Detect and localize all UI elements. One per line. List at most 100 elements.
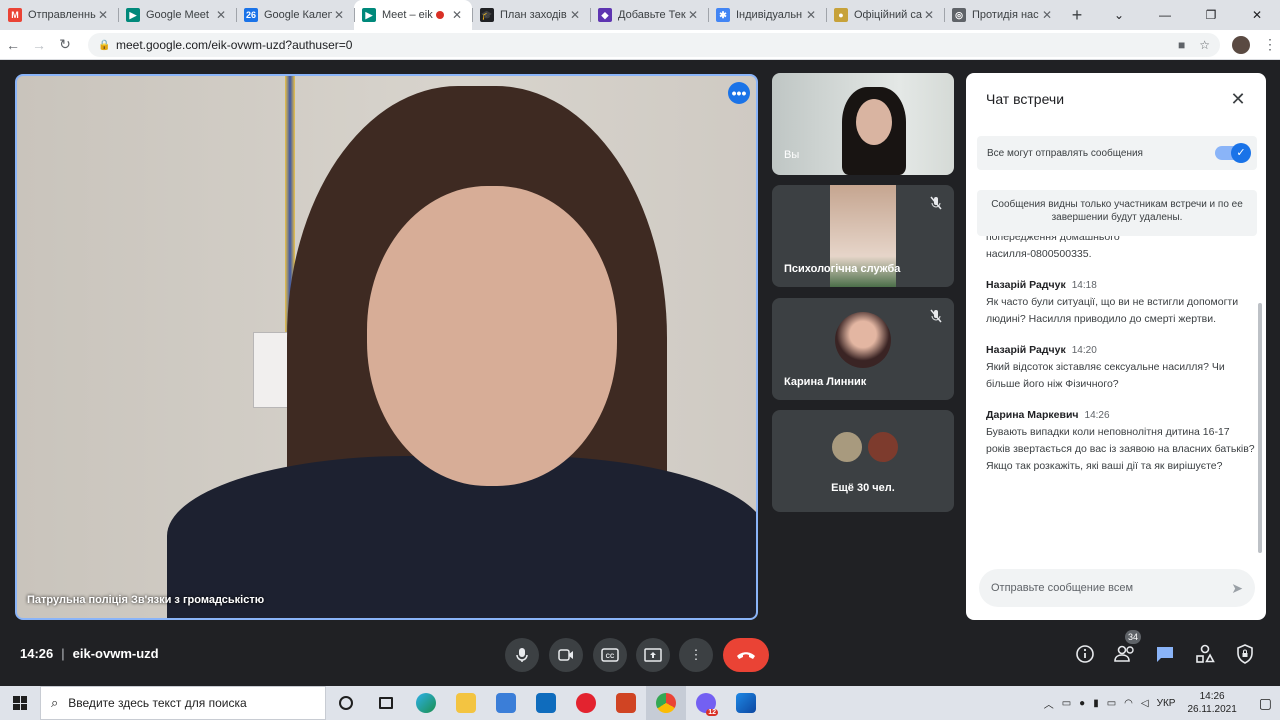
monitor-icon[interactable]: ▭ bbox=[1107, 698, 1116, 709]
back-icon[interactable]: ← bbox=[0, 37, 26, 53]
volume-icon[interactable]: ◁ bbox=[1141, 698, 1149, 709]
minimize-icon[interactable]: — bbox=[1142, 0, 1188, 30]
host-controls-icon[interactable] bbox=[1233, 642, 1257, 666]
taskbar-clock[interactable]: 14:26 26.11.2021 bbox=[1187, 690, 1236, 716]
chat-input-placeholder: Отправьте сообщение всем bbox=[991, 582, 1134, 594]
edge-icon[interactable] bbox=[406, 686, 446, 720]
mail-icon[interactable] bbox=[526, 686, 566, 720]
more-options-button[interactable]: ⋮ bbox=[679, 638, 713, 672]
close-tab-icon[interactable]: ✕ bbox=[922, 8, 936, 22]
battery-icon[interactable]: ▮ bbox=[1093, 698, 1099, 709]
browser-tab[interactable]: 26 Google Калеn ✕ bbox=[236, 0, 354, 30]
opera-icon[interactable] bbox=[566, 686, 606, 720]
partial-line-1: попередження домашнього bbox=[986, 236, 1120, 243]
viber-icon[interactable]: 12 bbox=[686, 686, 726, 720]
tab-search-icon[interactable]: ⌄ bbox=[1096, 0, 1142, 30]
tab-favicon-icon: 26 bbox=[244, 8, 258, 22]
chat-permission-toggle[interactable] bbox=[1215, 143, 1251, 163]
people-icon[interactable] bbox=[1113, 642, 1137, 666]
browser-menu-icon[interactable]: ⋮ bbox=[1260, 36, 1280, 53]
network-icon[interactable]: ▭ bbox=[1062, 698, 1071, 709]
close-tab-icon[interactable]: ✕ bbox=[332, 8, 346, 22]
browser-tab[interactable]: M Отправленны ✕ bbox=[0, 0, 118, 30]
speaking-indicator-icon: ••• bbox=[728, 82, 750, 104]
meeting-details-icon[interactable] bbox=[1073, 642, 1097, 666]
browser-tab[interactable]: ▶ Meet – eik ✕ bbox=[354, 0, 472, 30]
camera-icon bbox=[558, 649, 573, 661]
tile-self[interactable]: Вы bbox=[772, 73, 954, 175]
task-view-icon[interactable] bbox=[366, 686, 406, 720]
powerpoint-icon[interactable] bbox=[606, 686, 646, 720]
language-indicator[interactable]: УКР bbox=[1157, 698, 1176, 709]
chat-input[interactable]: Отправьте сообщение всем ➤ bbox=[979, 569, 1255, 607]
close-tab-icon[interactable]: ✕ bbox=[1040, 8, 1054, 22]
tile-psychological-service[interactable]: Психологічна служба bbox=[772, 185, 954, 287]
system-tray: ︿ ▭ ● ▮ ▭ ◠ ◁ УКР 14:26 26.11.2021 ▢ bbox=[1044, 690, 1280, 716]
chat-author: Дарина Маркевич bbox=[986, 409, 1079, 421]
chrome-icon[interactable] bbox=[646, 686, 686, 720]
captions-icon: CC bbox=[601, 648, 619, 662]
store-icon[interactable] bbox=[486, 686, 526, 720]
captions-button[interactable]: CC bbox=[593, 638, 627, 672]
tile-karyna-lynnyk[interactable]: Карина Линник bbox=[772, 298, 954, 400]
taskbar-search[interactable]: ⌕ Введите здесь текст для поиска bbox=[40, 686, 326, 720]
restore-icon[interactable]: ❐ bbox=[1188, 0, 1234, 30]
browser-tab[interactable]: ◎ Протидія нас ✕ bbox=[944, 0, 1062, 30]
tab-favicon-icon: ✱ bbox=[716, 8, 730, 22]
partial-line-2: насилля-0800500335. bbox=[986, 248, 1092, 260]
hang-up-icon bbox=[737, 652, 755, 659]
tile-karyna-lynnyk-name: Карина Линник bbox=[784, 376, 867, 388]
browser-tab[interactable]: ✱ Індивідуальн ✕ bbox=[708, 0, 826, 30]
address-bar[interactable]: 🔒 meet.google.com/eik-ovwm-uzd?authuser=… bbox=[88, 32, 1220, 57]
windows-start-button[interactable] bbox=[0, 686, 40, 720]
reload-icon[interactable]: ↻ bbox=[52, 36, 78, 53]
close-tab-icon[interactable]: ✕ bbox=[804, 8, 818, 22]
close-tab-icon[interactable]: ✕ bbox=[568, 8, 582, 22]
close-tab-icon[interactable]: ✕ bbox=[686, 8, 700, 22]
chevron-up-icon[interactable]: ︿ bbox=[1044, 696, 1054, 711]
tile-more-participants[interactable]: Ещё 30 чел. bbox=[772, 410, 954, 512]
close-tab-icon[interactable]: ✕ bbox=[214, 8, 228, 22]
camera-icon[interactable]: ■ bbox=[1178, 38, 1185, 52]
camera-button[interactable] bbox=[549, 638, 583, 672]
window-controls: ⌄ — ❐ ✕ bbox=[1096, 0, 1280, 30]
browser-tab[interactable]: ◆ Добавьте Тек ✕ bbox=[590, 0, 708, 30]
cortana-icon[interactable] bbox=[326, 686, 366, 720]
browser-tab[interactable]: ▶ Google Meet ✕ bbox=[118, 0, 236, 30]
new-tab-button[interactable]: + bbox=[1062, 0, 1092, 30]
chat-scrollbar[interactable] bbox=[1258, 303, 1262, 553]
more-vert-icon: ⋮ bbox=[689, 647, 703, 662]
leave-call-button[interactable] bbox=[723, 638, 769, 672]
present-button[interactable] bbox=[636, 638, 670, 672]
notifications-icon[interactable]: ▢ bbox=[1259, 695, 1272, 712]
activities-icon[interactable] bbox=[1193, 642, 1217, 666]
chat-icon[interactable] bbox=[1153, 642, 1177, 666]
microphone-tray-icon[interactable]: ● bbox=[1079, 698, 1085, 709]
bookmark-star-icon[interactable]: ☆ bbox=[1199, 38, 1210, 52]
chat-message: Назарій Радчук 14:18 Як часто були ситуац… bbox=[986, 277, 1256, 328]
meeting-time: 14:26 bbox=[20, 646, 54, 661]
wifi-icon[interactable]: ◠ bbox=[1124, 698, 1133, 709]
browser-tab[interactable]: 🎓 План заходів ✕ bbox=[472, 0, 590, 30]
photos-icon[interactable] bbox=[726, 686, 766, 720]
send-icon[interactable]: ➤ bbox=[1231, 580, 1243, 597]
tab-title: Індивідуальн bbox=[736, 9, 803, 21]
file-explorer-icon[interactable] bbox=[446, 686, 486, 720]
chat-author: Назарій Радчук bbox=[986, 279, 1066, 291]
forward-icon[interactable]: → bbox=[26, 37, 52, 53]
main-speaker-video[interactable]: ••• Патрульна поліція Зв'язки з громадсь… bbox=[15, 74, 758, 620]
profile-avatar[interactable] bbox=[1232, 35, 1250, 54]
viber-badge: 12 bbox=[706, 709, 718, 716]
close-icon[interactable]: ✕ bbox=[1226, 87, 1250, 111]
close-tab-icon[interactable]: ✕ bbox=[96, 8, 110, 22]
tab-favicon-icon: ▶ bbox=[362, 8, 376, 22]
tab-favicon-icon: ◎ bbox=[952, 8, 966, 22]
microphone-button[interactable] bbox=[505, 638, 539, 672]
chat-permission-label: Все могут отправлять сообщения bbox=[987, 147, 1143, 159]
chat-title: Чат встречи bbox=[986, 91, 1065, 107]
browser-tab[interactable]: ● Офіційний са ✕ bbox=[826, 0, 944, 30]
mic-off-icon bbox=[930, 309, 942, 323]
chat-text: Який відсоток зіставляє сексуальне насил… bbox=[986, 361, 1225, 390]
close-window-icon[interactable]: ✕ bbox=[1234, 0, 1280, 30]
close-tab-icon[interactable]: ✕ bbox=[450, 8, 464, 22]
